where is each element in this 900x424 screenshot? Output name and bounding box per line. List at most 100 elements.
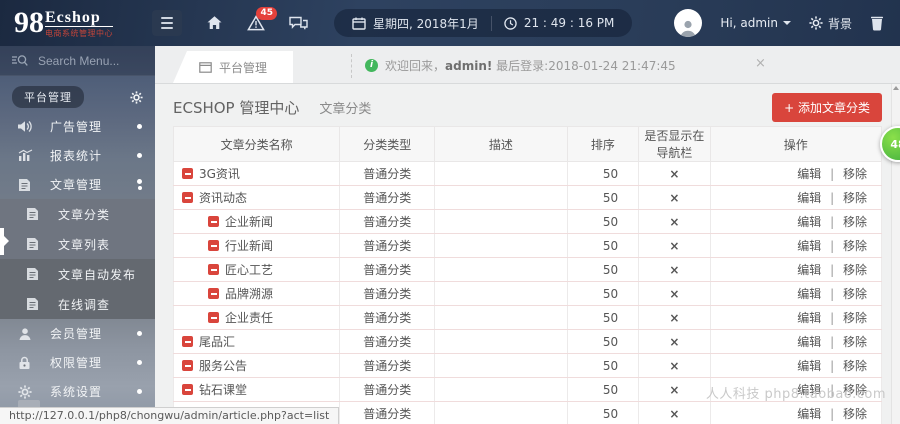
edit-link[interactable]: 编辑 [797, 239, 821, 253]
edit-link[interactable]: 编辑 [797, 335, 821, 349]
remove-link[interactable]: 移除 [843, 287, 867, 301]
sidebar-item-8[interactable]: 权限管理 [0, 348, 155, 377]
expanded-dots-icon [137, 179, 142, 190]
home-icon[interactable] [206, 15, 223, 31]
sidebar-item-6[interactable]: 在线调查 [0, 289, 155, 319]
search-input[interactable] [38, 53, 138, 68]
remove-link[interactable]: 移除 [843, 335, 867, 349]
file-icon [18, 178, 34, 192]
user-menu[interactable]: Hi, admin [720, 16, 791, 30]
collapse-icon[interactable] [182, 384, 193, 395]
remove-link[interactable]: 移除 [843, 383, 867, 397]
remove-link[interactable]: 移除 [843, 359, 867, 373]
tabstrip: 平台管理 i 欢迎回来，admin! 最后登录:2018-01-24 21:47… [155, 46, 900, 84]
remove-link[interactable]: 移除 [843, 263, 867, 277]
edit-link[interactable]: 编辑 [797, 167, 821, 181]
add-category-button[interactable]: + 添加文章分类 [772, 92, 882, 122]
nav-flag-cross[interactable]: × [669, 383, 679, 397]
collapse-icon[interactable] [208, 240, 219, 251]
bullet-icon [137, 360, 142, 365]
clock-icon [504, 16, 517, 30]
remove-link[interactable]: 移除 [843, 215, 867, 229]
table-row: 企业责任 普通分类 50 × 编辑 | 移除 [172, 305, 883, 330]
user-avatar[interactable] [674, 9, 703, 37]
window-icon [199, 61, 212, 73]
edit-link[interactable]: 编辑 [797, 359, 821, 373]
remove-link[interactable]: 移除 [843, 191, 867, 205]
edit-link[interactable]: 编辑 [797, 311, 821, 325]
sidebar-toggle-button[interactable] [152, 10, 182, 36]
nav-flag-cross[interactable]: × [669, 263, 679, 277]
category-table: 文章分类名称 分类类型 描述 排序 是否显示在导航栏 操作 3G资讯 普通分类 … [172, 126, 883, 424]
gear-icon [18, 384, 34, 399]
collapse-icon[interactable] [208, 288, 219, 299]
tab-platform-management[interactable]: 平台管理 [173, 51, 293, 83]
nav-flag-cross[interactable]: × [669, 335, 679, 349]
collapse-icon[interactable] [182, 192, 193, 203]
remove-link[interactable]: 移除 [843, 407, 867, 421]
remove-link[interactable]: 移除 [843, 167, 867, 181]
category-description [434, 185, 568, 210]
nav-flag-cross[interactable]: × [669, 311, 679, 325]
table-row: 3G资讯 普通分类 50 × 编辑 | 移除 [172, 161, 883, 186]
lock-icon [18, 356, 34, 370]
nav-flag-cross[interactable]: × [669, 407, 679, 421]
sidebar-item-7[interactable]: 会员管理 [0, 319, 155, 348]
collapse-icon[interactable] [208, 312, 219, 323]
collapse-icon[interactable] [182, 336, 193, 347]
edit-link[interactable]: 编辑 [797, 407, 821, 421]
sidebar-item-3[interactable]: 文章分类 [0, 199, 155, 229]
nav-flag-cross[interactable]: × [669, 167, 679, 181]
skin-setting[interactable]: 背景 [809, 15, 852, 32]
section-gear-icon[interactable] [130, 90, 143, 104]
messages-icon[interactable] [289, 15, 308, 31]
nav-flag-cross[interactable]: × [669, 215, 679, 229]
nav-flag-cross[interactable]: × [669, 191, 679, 205]
category-description [434, 377, 568, 402]
remove-link[interactable]: 移除 [843, 311, 867, 325]
scroll-up-icon [893, 86, 899, 90]
tab-label: 平台管理 [218, 60, 267, 75]
sidebar-item-0[interactable]: 广告管理 [0, 112, 155, 141]
category-type: 普通分类 [339, 305, 436, 330]
chart-icon [18, 149, 34, 162]
table-row: 行业新闻 普通分类 50 × 编辑 | 移除 [172, 233, 883, 258]
current-time: 21 : 49 : 16 PM [523, 16, 615, 30]
sidebar-item-1[interactable]: 报表统计 [0, 141, 155, 170]
nav-flag-cross[interactable]: × [669, 287, 679, 301]
edit-link[interactable]: 编辑 [797, 215, 821, 229]
edit-link[interactable]: 编辑 [797, 287, 821, 301]
category-type: 普通分类 [339, 257, 436, 282]
trash-icon[interactable] [870, 15, 884, 31]
category-description [434, 281, 568, 306]
category-type: 普通分类 [339, 377, 436, 402]
collapse-icon[interactable] [182, 168, 193, 179]
nav-flag-cross[interactable]: × [669, 239, 679, 253]
sidebar-item-4[interactable]: 文章列表 [0, 229, 155, 259]
table-row: 企业新闻 普通分类 50 × 编辑 | 移除 [172, 209, 883, 234]
sort-value: 50 [566, 209, 640, 234]
sort-value: 50 [566, 401, 640, 424]
col-description: 描述 [434, 126, 568, 162]
nav-flag-cross[interactable]: × [669, 359, 679, 373]
file-icon [26, 237, 42, 251]
edit-link[interactable]: 编辑 [797, 383, 821, 397]
collapse-icon[interactable] [208, 216, 219, 227]
sidebar-item-5[interactable]: 文章自动发布 [0, 259, 155, 289]
sidebar-item-2[interactable]: 文章管理 [0, 170, 155, 199]
category-name: 行业新闻 [225, 239, 274, 253]
bullet-icon [137, 124, 142, 129]
close-icon[interactable]: × [755, 57, 766, 71]
category-name: 3G资讯 [199, 167, 240, 181]
sort-value: 50 [566, 257, 640, 282]
last-login: 最后登录:2018-01-24 21:47:45 [496, 58, 676, 73]
remove-link[interactable]: 移除 [843, 239, 867, 253]
collapse-icon[interactable] [182, 360, 193, 371]
category-name: 资讯动态 [199, 191, 248, 205]
collapse-icon[interactable] [208, 264, 219, 275]
alerts-icon[interactable]: 45 [247, 7, 277, 31]
category-description [434, 305, 568, 330]
edit-link[interactable]: 编辑 [797, 263, 821, 277]
content-area: ECSHOP 管理中心 文章分类 + 添加文章分类 文章分类名称 分类类型 描述… [155, 84, 900, 424]
edit-link[interactable]: 编辑 [797, 191, 821, 205]
